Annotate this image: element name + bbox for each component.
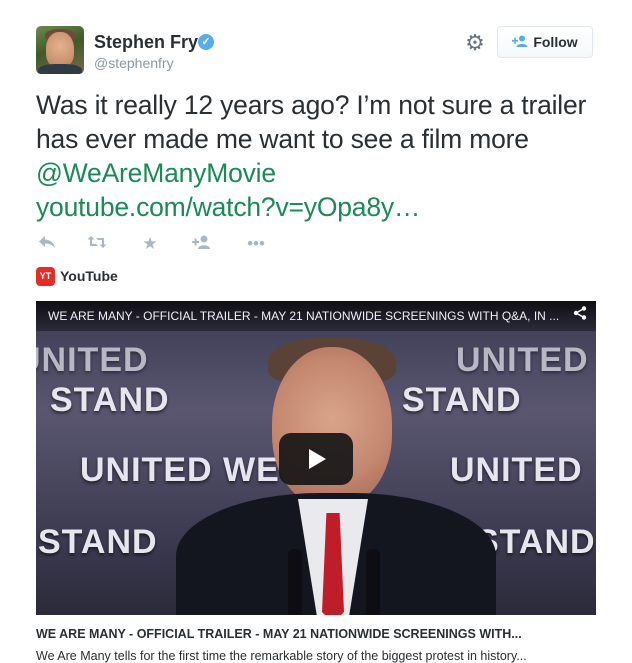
more-dots-icon[interactable]: ••• (245, 234, 267, 254)
card-source[interactable]: YouTube (60, 268, 118, 284)
backdrop-text: UNITED (450, 451, 583, 489)
url-link[interactable]: youtube.com/watch?v=yOpa8y… (36, 192, 420, 222)
reply-icon[interactable] (36, 234, 58, 254)
microphone (288, 549, 302, 615)
avatar-collar (38, 64, 82, 74)
tweet-text: Was it really 12 years ago? I’m not sure… (36, 88, 606, 224)
author-name[interactable]: Stephen Fry (94, 32, 198, 53)
youtube-logo-icon: YT (36, 267, 55, 286)
tweet-body: Was it really 12 years ago? I’m not sure… (36, 90, 587, 154)
follow-button[interactable]: Follow (497, 26, 593, 58)
author-handle[interactable]: @stephenfry (94, 55, 174, 71)
play-button[interactable] (279, 433, 353, 485)
gear-icon[interactable]: ⚙ (464, 32, 486, 54)
follow-label: Follow (533, 34, 578, 50)
backdrop-text: STAND (50, 381, 170, 419)
add-person-icon[interactable] (191, 234, 213, 254)
backdrop-text: UNITED (36, 341, 149, 379)
backdrop-text: UNITED WE (80, 451, 280, 489)
verified-badge-icon: ✓ (198, 34, 214, 50)
avatar-face (46, 32, 74, 68)
card-title[interactable]: WE ARE MANY - OFFICIAL TRAILER - MAY 21 … (36, 627, 522, 641)
backdrop-text: STAND (402, 381, 522, 419)
backdrop-text: UNITED (456, 341, 589, 379)
mention-link[interactable]: @WeAreManyMovie (36, 158, 276, 188)
backdrop-text: STAND (38, 523, 158, 561)
share-icon[interactable] (570, 306, 590, 326)
retweet-icon[interactable] (86, 234, 108, 254)
author-avatar[interactable] (36, 26, 84, 74)
star-icon[interactable]: ★ (139, 234, 161, 254)
card-description: We Are Many tells for the first time the… (36, 649, 527, 663)
video-title[interactable]: WE ARE MANY - OFFICIAL TRAILER - MAY 21 … (48, 309, 568, 323)
video-player[interactable]: UNITED UNITED STAND STAND UNITED WE UNIT… (36, 301, 596, 615)
microphone (366, 549, 380, 615)
add-person-icon (512, 34, 528, 50)
